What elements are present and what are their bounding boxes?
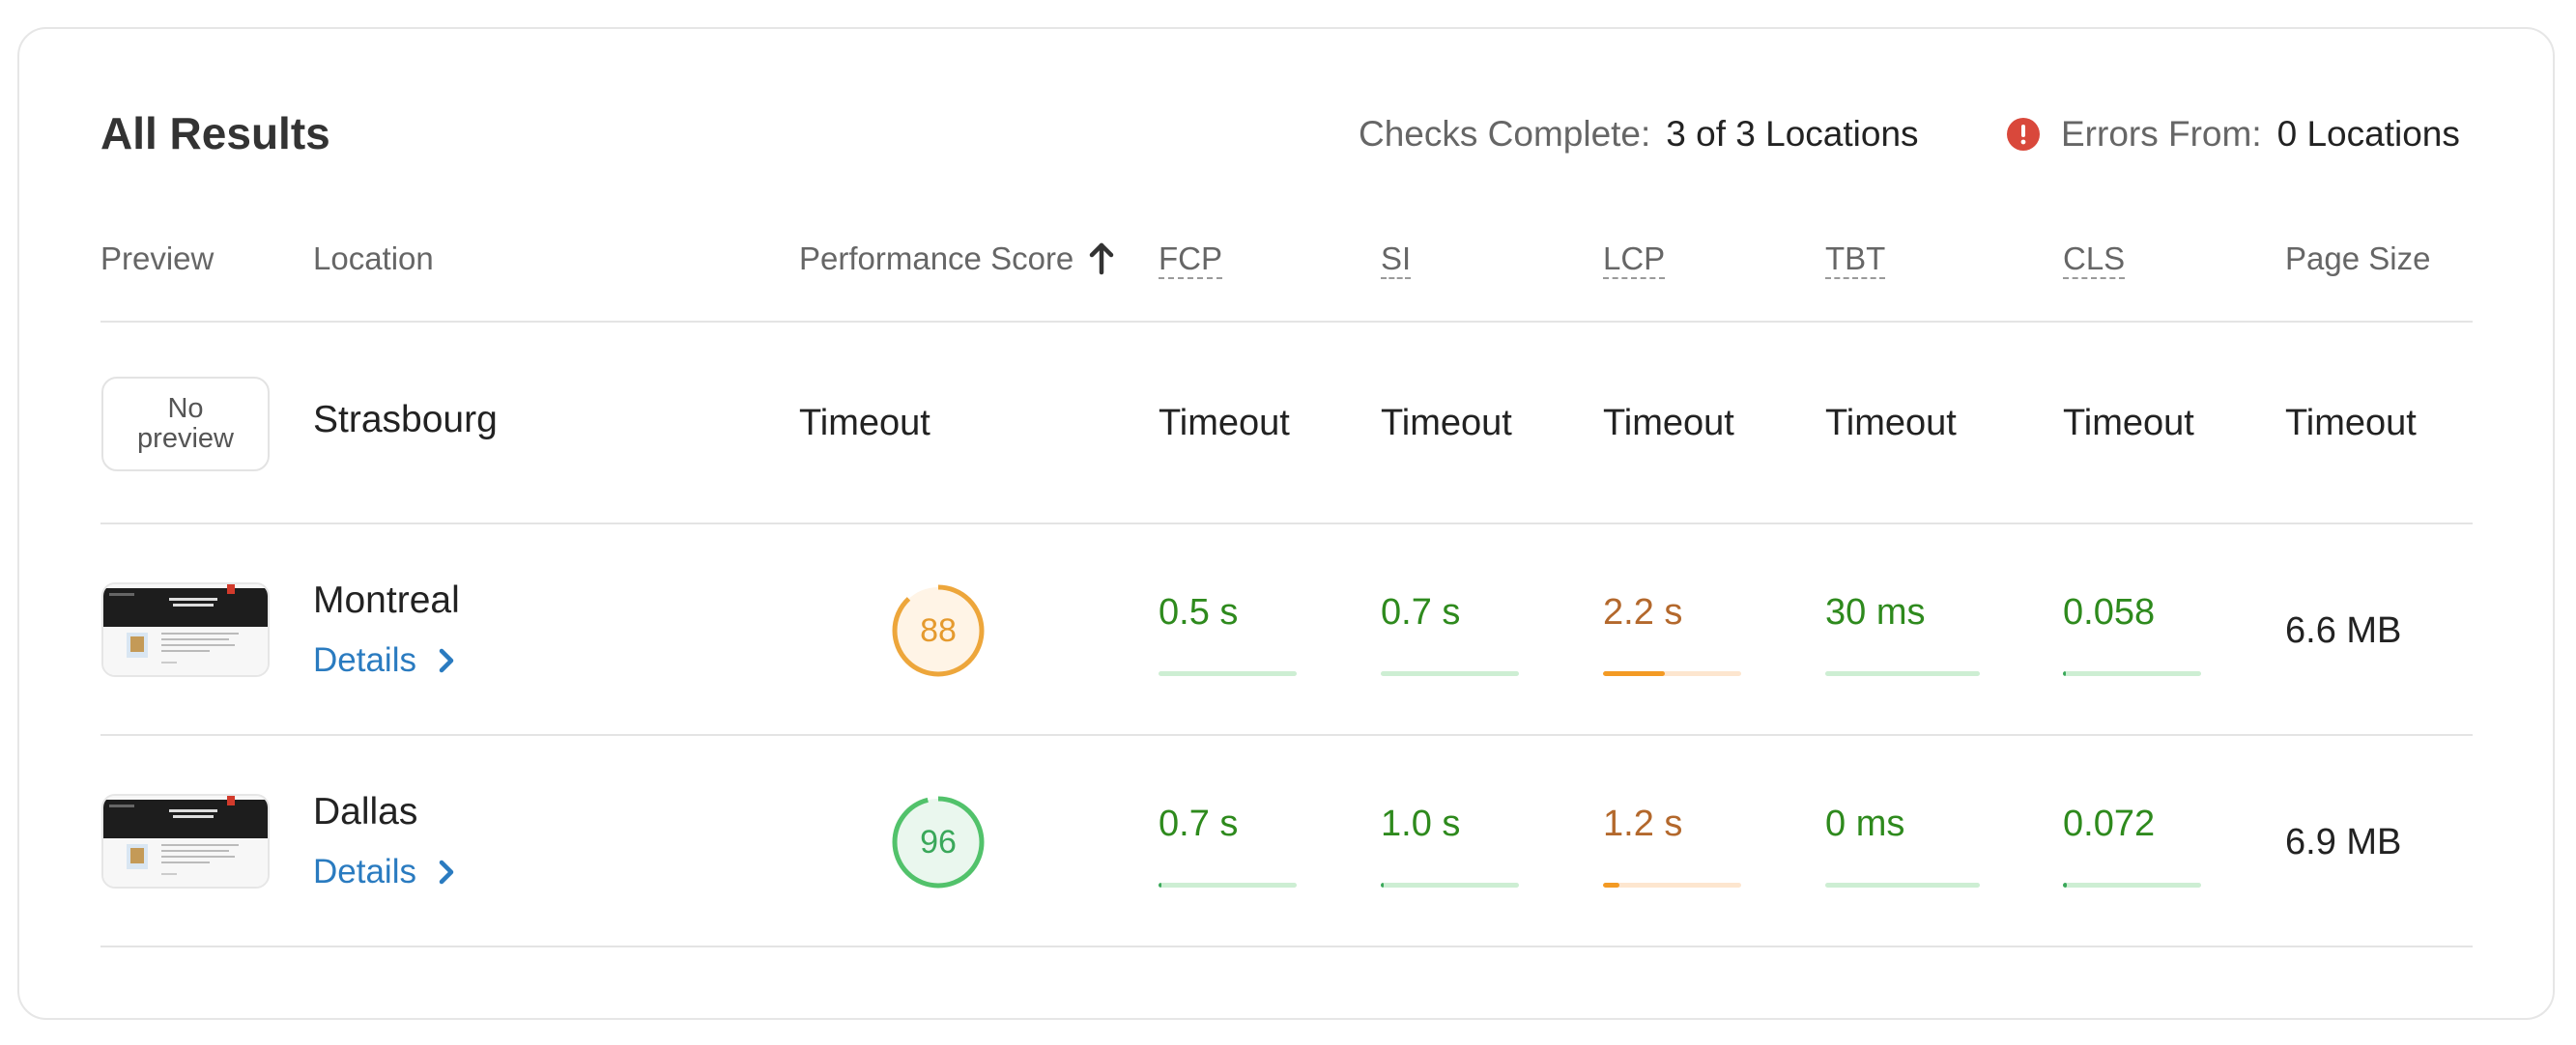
checks-complete-summary: Checks Complete: 3 of 3 Locations — [1359, 110, 1919, 158]
lcp-label: LCP — [1603, 240, 1666, 279]
montreal-si-value: 0.7 s — [1381, 592, 1461, 633]
column-header-performance-score[interactable]: Performance Score — [799, 237, 1116, 281]
row-divider — [100, 946, 2473, 947]
dallas-score-value: 96 — [920, 823, 957, 861]
dallas-cls-bar — [2063, 883, 2201, 888]
dallas-lcp-bar — [1603, 883, 1741, 888]
page-screenshot-image — [103, 584, 268, 675]
column-header-fcp[interactable]: FCP — [1159, 237, 1222, 281]
strasbourg-page-size: Timeout — [2285, 403, 2417, 443]
column-header-page-size: Page Size — [2285, 240, 2431, 276]
row-divider — [100, 522, 2473, 524]
strasbourg-performance: Timeout — [799, 403, 930, 443]
dallas-fcp-bar — [1159, 883, 1297, 888]
montreal-cls-value: 0.058 — [2063, 592, 2156, 633]
strasbourg-cls: Timeout — [2063, 403, 2194, 443]
montreal-fcp-value: 0.5 s — [1159, 592, 1239, 633]
dallas-cls-value: 0.072 — [2063, 804, 2156, 844]
strasbourg-si: Timeout — [1381, 403, 1512, 443]
column-header-preview: Preview — [100, 240, 215, 276]
fcp-label: FCP — [1159, 240, 1222, 279]
dallas-si-bar — [1381, 883, 1519, 888]
dallas-page-size: 6.9 MB — [2285, 822, 2402, 862]
row-divider — [100, 734, 2473, 736]
dallas-si-value: 1.0 s — [1381, 804, 1461, 844]
dallas-fcp-value: 0.7 s — [1159, 804, 1239, 844]
montreal-page-size: 6.6 MB — [2285, 610, 2402, 651]
column-header-cls[interactable]: CLS — [2063, 237, 2126, 281]
montreal-score-value: 88 — [920, 611, 957, 649]
montreal-fcp-bar — [1159, 671, 1297, 676]
strasbourg-fcp: Timeout — [1159, 403, 1290, 443]
dallas-lcp-value: 1.2 s — [1603, 804, 1683, 844]
chevron-right-icon — [439, 860, 454, 885]
details-label: Details — [313, 641, 416, 679]
checks-complete-value: 3 of 3 Locations — [1666, 114, 1919, 154]
tbt-label: TBT — [1825, 240, 1886, 279]
performance-score-label: Performance Score — [799, 240, 1074, 276]
error-icon — [2007, 118, 2040, 151]
montreal-performance-gauge: 88 — [890, 582, 987, 679]
montreal-cls-bar — [2063, 671, 2201, 676]
dallas-details-link[interactable]: Details — [313, 851, 457, 893]
cls-label: CLS — [2063, 240, 2126, 279]
chevron-right-icon — [439, 648, 454, 673]
strasbourg-lcp: Timeout — [1603, 403, 1734, 443]
column-header-location: Location — [313, 240, 434, 276]
errors-value: 0 Locations — [2276, 114, 2460, 154]
strasbourg-tbt: Timeout — [1825, 403, 1957, 443]
errors-label: Errors From: — [2061, 114, 2262, 154]
dallas-performance-gauge: 96 — [890, 794, 987, 890]
location-strasbourg: Strasbourg — [313, 399, 498, 440]
sort-ascending-icon — [1090, 242, 1114, 275]
si-label: SI — [1381, 240, 1412, 279]
dallas-tbt-bar — [1825, 883, 1980, 888]
dallas-preview-thumbnail[interactable] — [101, 794, 270, 889]
montreal-tbt-value: 30 ms — [1825, 592, 1926, 633]
montreal-tbt-bar — [1825, 671, 1980, 676]
no-preview-placeholder: No preview — [101, 377, 270, 471]
column-header-tbt[interactable]: TBT — [1825, 237, 1886, 281]
dallas-tbt-value: 0 ms — [1825, 804, 1905, 844]
checks-complete-label: Checks Complete: — [1359, 114, 1651, 154]
location-dallas: Dallas — [313, 791, 418, 833]
column-header-lcp[interactable]: LCP — [1603, 237, 1666, 281]
montreal-si-bar — [1381, 671, 1519, 676]
column-header-si[interactable]: SI — [1381, 237, 1412, 281]
page-title: All Results — [100, 108, 330, 158]
montreal-lcp-value: 2.2 s — [1603, 592, 1683, 633]
header-divider — [100, 321, 2473, 323]
montreal-preview-thumbnail[interactable] — [101, 582, 270, 677]
details-label: Details — [313, 853, 416, 890]
montreal-lcp-bar — [1603, 671, 1741, 676]
page-screenshot-image — [103, 796, 268, 887]
errors-summary: Errors From: 0 Locations — [2007, 110, 2460, 158]
montreal-details-link[interactable]: Details — [313, 639, 457, 682]
location-montreal: Montreal — [313, 579, 460, 621]
